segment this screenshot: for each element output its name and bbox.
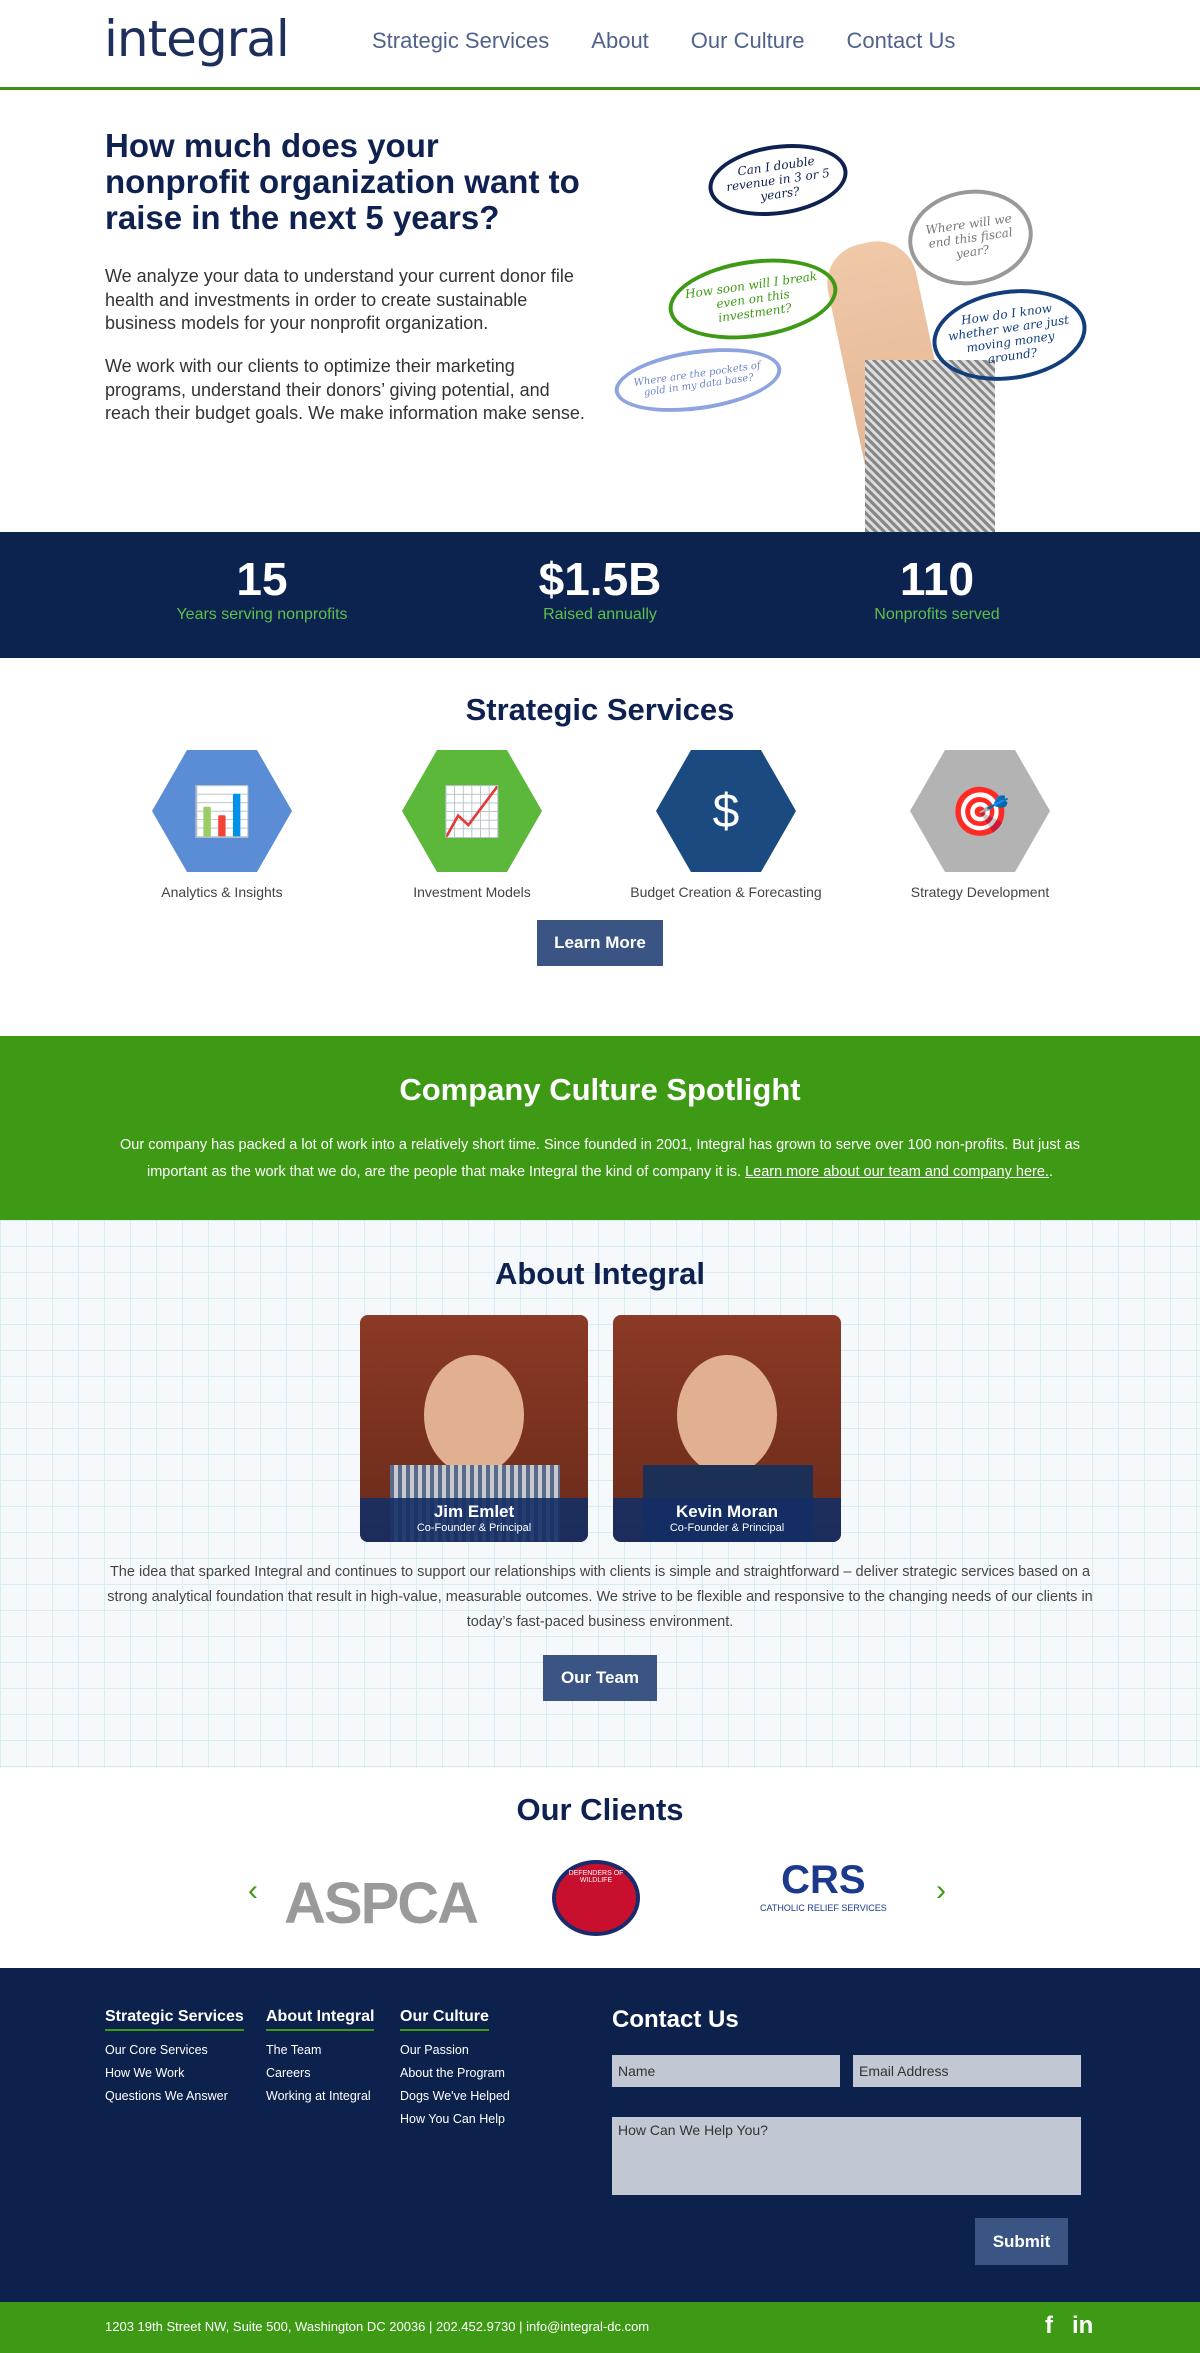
crs-logo: CRS CATHOLIC RELIEF SERVICES bbox=[760, 1858, 887, 1913]
nav-contact-us[interactable]: Contact Us bbox=[847, 28, 956, 54]
learn-more-link[interactable]: Learn more about our team and company he… bbox=[745, 1164, 1049, 1180]
nav-our-culture[interactable]: Our Culture bbox=[691, 28, 805, 54]
services-section: Strategic Services 📊 Analytics & Insights… bbox=[0, 658, 1200, 1036]
email-input[interactable] bbox=[853, 2055, 1081, 2087]
footer-link[interactable]: How You Can Help bbox=[400, 2108, 510, 2131]
email-link[interactable]: info@integral-dc.com bbox=[526, 2319, 649, 2334]
about-title: About Integral bbox=[494, 1256, 706, 1291]
stats-band: 15 Years serving nonprofits $1.5B Raised a… bbox=[0, 532, 1200, 658]
clients-title: Our Clients bbox=[516, 1792, 684, 1827]
footer-link[interactable]: Questions We Answer bbox=[105, 2085, 244, 2108]
footer-col-services: Strategic Services Our Core Services How … bbox=[105, 2008, 244, 2108]
portrait-photo bbox=[677, 1355, 777, 1475]
hero-paragraph-2: We work with our clients to optimize the… bbox=[105, 356, 585, 423]
site-header: integral Strategic Services About Our Cu… bbox=[0, 0, 1200, 90]
message-textarea[interactable] bbox=[612, 2117, 1081, 2195]
stat-nonprofits: 110 Nonprofits served bbox=[874, 553, 1000, 623]
bottom-bar: 1203 19th Street NW, Suite 500, Washingt… bbox=[0, 2302, 1200, 2353]
submit-button[interactable]: Submit bbox=[975, 2218, 1068, 2265]
services-title: Strategic Services bbox=[465, 692, 735, 727]
culture-text: Our company has packed a lot of work int… bbox=[120, 1137, 1080, 1180]
footer-link[interactable]: The Team bbox=[266, 2039, 374, 2062]
hero-paragraph-1: We analyze your data to understand your … bbox=[105, 266, 574, 333]
clients-section: Our Clients ‹ ASPCA DEFENDERS OF WILDLIF… bbox=[0, 1768, 1200, 1968]
question-bubble: Where will we end this fiscal year? bbox=[901, 181, 1040, 294]
aspca-logo: ASPCA bbox=[284, 1871, 479, 1936]
stat-years: 15 Years serving nonprofits bbox=[176, 553, 348, 623]
about-section: About Integral Jim Emlet Co-Founder & Pri… bbox=[0, 1220, 1200, 1768]
name-input[interactable] bbox=[612, 2055, 840, 2087]
nav-about[interactable]: About bbox=[591, 28, 649, 54]
footer-link[interactable]: About the Program bbox=[400, 2062, 510, 2085]
carousel-next-icon[interactable]: › bbox=[936, 1874, 946, 1908]
main-nav: Strategic Services About Our Culture Con… bbox=[372, 28, 955, 54]
person-card[interactable]: Kevin Moran Co-Founder & Principal bbox=[613, 1315, 841, 1542]
footer-link[interactable]: How We Work bbox=[105, 2062, 244, 2085]
site-footer: Strategic Services Our Core Services How … bbox=[0, 1968, 1200, 2302]
service-budget[interactable]: $ Budget Creation & Forecasting bbox=[611, 750, 841, 900]
monitor-graph-icon: 📈 bbox=[402, 750, 542, 872]
address-text: 1203 19th Street NW, Suite 500, Washingt… bbox=[105, 2319, 650, 2334]
presentation-chart-icon: 📊 bbox=[152, 750, 292, 872]
footer-col-culture: Our Culture Our Passion About the Program… bbox=[400, 2008, 510, 2131]
facebook-icon[interactable]: f bbox=[1045, 2312, 1053, 2340]
footer-link[interactable]: Dogs We've Helped bbox=[400, 2085, 510, 2108]
person-card[interactable]: Jim Emlet Co-Founder & Principal bbox=[360, 1315, 588, 1542]
about-text: The idea that sparked Integral and conti… bbox=[107, 1564, 1093, 1630]
dollar-calculator-icon: $ bbox=[656, 750, 796, 872]
culture-title: Company Culture Spotlight bbox=[399, 1072, 801, 1107]
portrait-photo bbox=[424, 1355, 524, 1475]
our-team-button[interactable]: Our Team bbox=[543, 1655, 657, 1701]
question-bubble: Can I double revenue in 3 or 5 years? bbox=[703, 135, 853, 225]
service-investment[interactable]: 📈 Investment Models bbox=[357, 750, 587, 900]
culture-section: Company Culture Spotlight Our company ha… bbox=[0, 1036, 1200, 1220]
target-briefcase-icon: 🎯 bbox=[910, 750, 1050, 872]
question-bubble: Where are the pockets of gold in my data… bbox=[610, 338, 786, 422]
footer-link[interactable]: Working at Integral bbox=[266, 2085, 374, 2108]
footer-link[interactable]: Careers bbox=[266, 2062, 374, 2085]
stat-raised: $1.5B Raised annually bbox=[538, 553, 662, 623]
nav-strategic-services[interactable]: Strategic Services bbox=[372, 28, 549, 54]
hero-illustration: Can I double revenue in 3 or 5 years? Wh… bbox=[600, 90, 1200, 547]
learn-more-button[interactable]: Learn More bbox=[537, 920, 663, 966]
footer-link[interactable]: Our Core Services bbox=[105, 2039, 244, 2062]
hero-title: How much does your nonprofit organizatio… bbox=[105, 127, 580, 236]
footer-link[interactable]: Our Passion bbox=[400, 2039, 510, 2062]
contact-title: Contact Us bbox=[612, 2006, 739, 2033]
logo[interactable]: integral bbox=[104, 10, 290, 68]
service-analytics[interactable]: 📊 Analytics & Insights bbox=[107, 750, 337, 900]
service-strategy[interactable]: 🎯 Strategy Development bbox=[865, 750, 1095, 900]
sleeve-image bbox=[865, 360, 995, 540]
carousel-prev-icon[interactable]: ‹ bbox=[248, 1874, 258, 1908]
defenders-of-wildlife-logo: DEFENDERS OF WILDLIFE bbox=[552, 1860, 640, 1936]
question-bubble: How soon will I break even on this inves… bbox=[663, 248, 843, 350]
linkedin-icon[interactable]: in bbox=[1072, 2312, 1093, 2340]
footer-col-about: About Integral The Team Careers Working at… bbox=[266, 2008, 375, 2108]
